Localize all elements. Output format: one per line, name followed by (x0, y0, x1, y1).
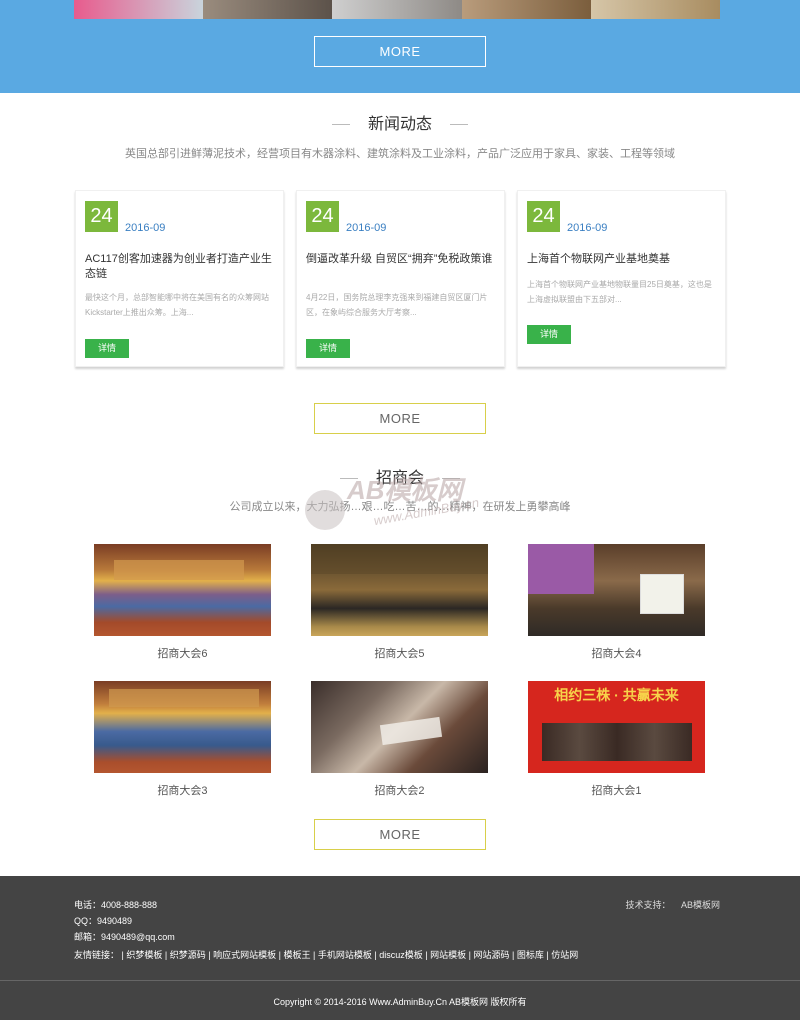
top-blue-band: MORE (0, 0, 800, 93)
friend-link[interactable]: 仿站网 (551, 950, 578, 960)
product-image-strip (74, 0, 721, 19)
email-label: 邮箱： (74, 932, 102, 942)
news-card[interactable]: 24 2016-09 倒逼改革升级 自贸区“拥弃”免税政策谁 4月22日，国务院… (296, 190, 505, 367)
phone-value: 4008-888-888 (101, 900, 158, 910)
gallery-item[interactable]: 招商大会2 (311, 681, 488, 798)
friend-links: 友情链接： | 织梦模板 | 织梦源码 | 响应式网站模板 | 模板王 | 手机… (74, 950, 579, 960)
investment-section-title: 招商会 (336, 467, 464, 491)
news-detail-button[interactable]: 详情 (306, 339, 350, 358)
gallery-caption[interactable]: 招商大会4 (528, 645, 705, 661)
gallery-item[interactable]: 相约三株 · 共赢未来 招商大会1 (528, 681, 705, 798)
investment-title-text: 招商会 (375, 470, 424, 487)
news-date-day: 24 (527, 201, 560, 232)
news-date-year-month: 2016-09 (567, 222, 608, 234)
news-date-year-month: 2016-09 (125, 222, 166, 234)
footer: 电话：4008-888-888 QQ：9490489 邮箱：9490489@qq… (0, 876, 800, 1020)
news-excerpt: 最快这个月，总部智能哪中将在美国有名的众筹网站Kickstarter上推出众筹。… (85, 293, 269, 317)
news-card[interactable]: 24 2016-09 AC117创客加速器为创业者打造产业生态链 最快这个月，总… (75, 190, 284, 367)
news-card[interactable]: 24 2016-09 上海首个物联网产业基地奠基 上海首个物联网产业基地物联量目… (517, 190, 726, 367)
conference-photo[interactable] (94, 681, 271, 773)
news-more-button[interactable]: MORE (314, 403, 486, 434)
conference-photo[interactable] (528, 544, 705, 636)
qq-label: QQ： (74, 916, 98, 926)
gallery-caption[interactable]: 招商大会3 (94, 782, 271, 798)
investment-section-header: 招商会 (0, 467, 800, 491)
tech-support-label: 技术支持： (625, 900, 671, 910)
gallery-caption[interactable]: 招商大会2 (311, 782, 488, 798)
products-more-button[interactable]: MORE (314, 36, 486, 67)
news-detail-button[interactable]: 详情 (85, 339, 129, 358)
phone-label: 电话： (74, 900, 102, 910)
news-title[interactable]: AC117创客加速器为创业者打造产业生态链 (85, 252, 275, 282)
news-date-day: 24 (85, 201, 118, 232)
friend-link[interactable]: 织梦源码 (170, 950, 206, 960)
news-title[interactable]: 倒逼改革升级 自贸区“拥弃”免税政策谁 (306, 252, 496, 267)
friend-link[interactable]: 模板王 (284, 950, 311, 960)
gallery-item[interactable]: 招商大会6 (94, 544, 271, 661)
gallery-caption[interactable]: 招商大会6 (94, 645, 271, 661)
gallery-item[interactable]: 招商大会5 (311, 544, 488, 661)
friend-link[interactable]: 手机网站模板 (318, 950, 372, 960)
friend-link[interactable]: 网站模板 (430, 950, 466, 960)
conference-photo[interactable] (94, 544, 271, 636)
footer-divider (0, 980, 800, 981)
qq-value: 9490489 (97, 916, 133, 926)
footer-phone: 电话：4008-888-888 (74, 898, 157, 911)
tech-support-link[interactable]: AB模板网 (681, 900, 720, 910)
friend-link[interactable]: 图标库 (517, 950, 544, 960)
banner-text: 相约三株 · 共赢未来 (554, 687, 679, 703)
conference-photo[interactable] (311, 544, 488, 636)
news-title[interactable]: 上海首个物联网产业基地奠基 (527, 252, 717, 267)
friend-link[interactable]: 网站源码 (474, 950, 510, 960)
footer-qq: QQ：9490489 (74, 914, 132, 927)
news-section-title: 新闻动态 (328, 113, 472, 137)
friend-links-label: 友情链接： (74, 950, 120, 960)
email-value: 9490489@qq.com (101, 932, 175, 942)
conference-photo[interactable]: 相约三株 · 共赢未来 (528, 681, 705, 773)
conference-photo[interactable] (311, 681, 488, 773)
news-section-header: 新闻动态 (0, 113, 800, 137)
investment-more-button[interactable]: MORE (314, 819, 486, 850)
tech-support: 技术支持： AB模板网 (625, 898, 720, 911)
news-detail-button[interactable]: 详情 (527, 325, 571, 344)
news-excerpt: 4月22日，国务院总理李克强来到福建自贸区厦门片区，在象屿综合服务大厅考察... (306, 293, 488, 317)
news-excerpt: 上海首个物联网产业基地物联量目25日奠基，这也是上海虚拟联盟由下五部对... (527, 280, 712, 304)
news-section-subtitle: 英国总部引进鲜薄泥技术，经营项目有木器涂料、建筑涂料及工业涂料，产品广泛应用于家… (125, 148, 675, 160)
gallery-item[interactable]: 招商大会4 (528, 544, 705, 661)
news-date-day: 24 (306, 201, 339, 232)
news-title-text: 新闻动态 (367, 116, 432, 133)
copyright: Copyright © 2014-2016 Www.AdminBuy.Cn AB… (273, 997, 527, 1007)
friend-link[interactable]: 织梦模板 (126, 950, 162, 960)
gallery-caption[interactable]: 招商大会5 (311, 645, 488, 661)
gallery-caption[interactable]: 招商大会1 (528, 782, 705, 798)
friend-link[interactable]: 响应式网站模板 (213, 950, 276, 960)
friend-link[interactable]: discuz模板 (379, 950, 423, 960)
news-date-year-month: 2016-09 (346, 222, 387, 234)
gallery-item[interactable]: 招商大会3 (94, 681, 271, 798)
footer-email: 邮箱：9490489@qq.com (74, 930, 175, 943)
investment-section-subtitle: 公司成立以来，大力弘扬…艰…吃…苦…的…精神，在研发上勇攀高峰 (229, 501, 571, 513)
